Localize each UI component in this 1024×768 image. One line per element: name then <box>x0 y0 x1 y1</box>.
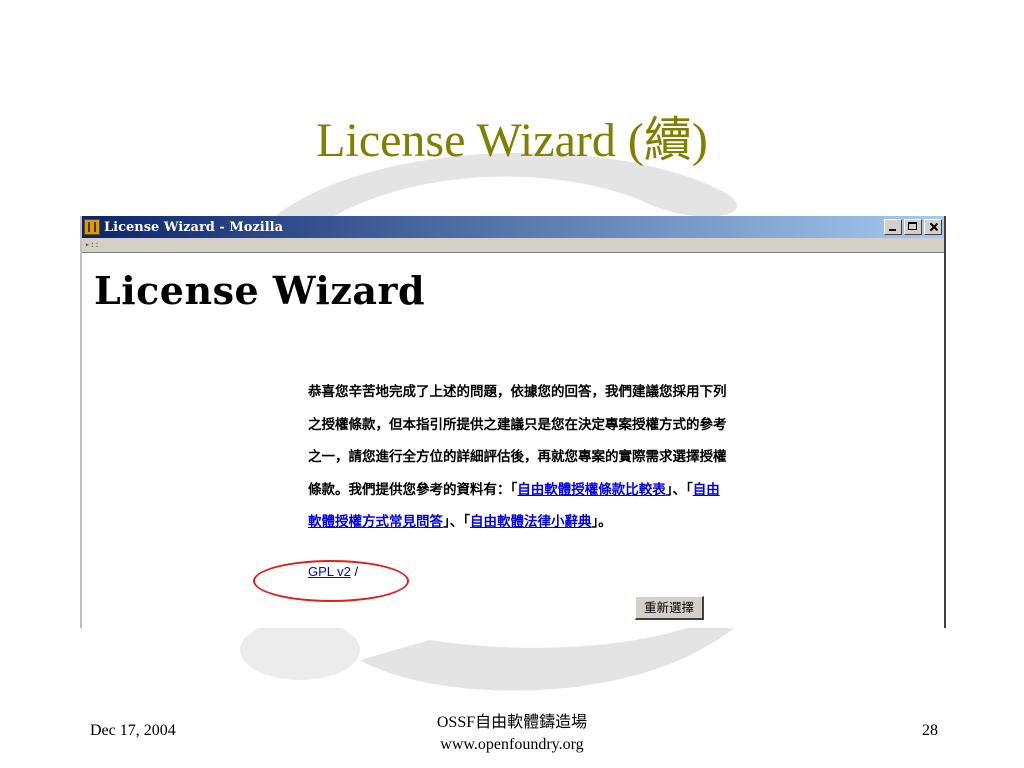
reset-selection-button[interactable]: 重新選擇 <box>635 596 705 620</box>
footer-organization: OSSF自由軟體鑄造場 www.openfoundry.org <box>362 712 662 756</box>
close-icon[interactable] <box>924 219 942 235</box>
maximize-icon[interactable] <box>904 219 922 235</box>
paragraph-text: 」、「 <box>443 514 470 530</box>
footer-org-name: OSSF自由軟體鑄造場 <box>436 714 588 731</box>
window-titlebar[interactable]: License Wizard - Mozilla <box>82 216 944 238</box>
mozilla-app-icon <box>84 219 100 235</box>
slide-title: License Wizard (續) <box>316 114 708 167</box>
footer-org-url: www.openfoundry.org <box>440 736 584 753</box>
paragraph-text: 」、「 <box>665 481 693 498</box>
toolbar-grip-icon[interactable]: ▸:: <box>85 241 99 249</box>
window-controls <box>882 219 944 235</box>
paragraph-text: 」。 <box>591 514 612 530</box>
footer-date: Dec 17, 2004 <box>90 722 176 739</box>
browser-window: License Wizard - Mozilla ▸:: License Wiz… <box>80 216 946 628</box>
legal-dictionary-link[interactable]: 自由軟體法律小辭典 <box>470 514 592 530</box>
highlight-circle <box>253 560 409 602</box>
page-heading: License Wizard <box>94 268 426 313</box>
slide-number: 28 <box>922 722 938 739</box>
recommendation-paragraph: 恭喜您辛苦地完成了上述的問題，依據您的回答，我們建議您採用下列之授權條款，但本指… <box>308 376 728 539</box>
license-comparison-link[interactable]: 自由軟體授權條款比較表 <box>517 482 666 498</box>
paragraph-text: 恭喜您辛苦地完成了上述的問題，依據您的回答，我們建議您採用下列之授權條款，但本指… <box>308 384 727 498</box>
window-title: License Wizard - Mozilla <box>104 219 284 235</box>
minimize-icon[interactable] <box>884 219 902 235</box>
toolbar-strip: ▸:: <box>82 238 944 253</box>
